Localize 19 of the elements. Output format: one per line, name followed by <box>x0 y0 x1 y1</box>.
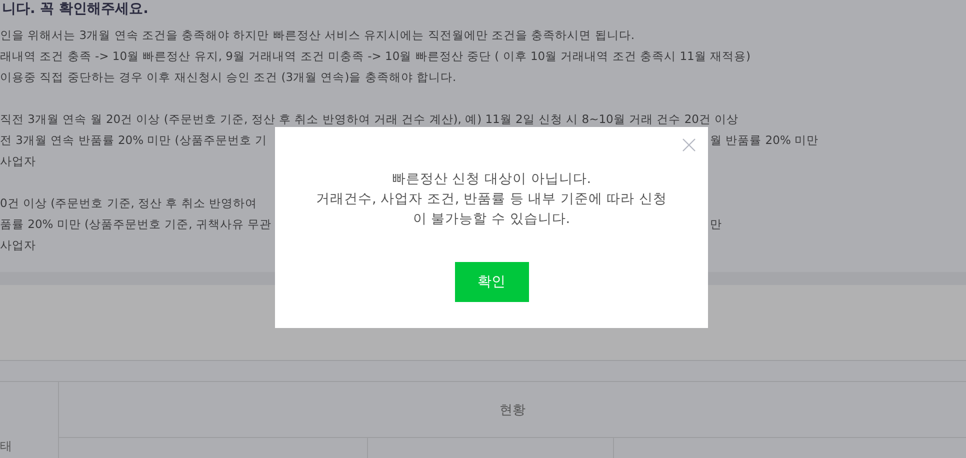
notice-text: 만 <box>709 216 723 233</box>
notice-heading: 니다. 꼭 확인해주세요. <box>1 0 150 19</box>
notice-text: 사업자 <box>0 154 36 168</box>
dialog-message: 거래건수, 사업자 조건, 반품률 등 내부 기준에 따라 신청 <box>316 190 667 209</box>
notice-text: 직전 3개월 연속 월 20건 이상 (주문번호 기준, 정산 후 취소 반영하여 거래 건수 계산), 예) 11월 2일 신청 시 8~10월 거래 건수 20건 이상 <box>0 112 739 126</box>
notice-text: 인을 위해서는 3개월 연속 조건을 충족해야 하지만 빠른정산 서비스 유지시에는 직전월에만 조건을 충족하시면 됩니다. <box>0 28 634 42</box>
notice-text: 이용중 직접 중단하는 경우 이후 재신청시 승인 조건 (3개월 연속)을 충족해야 합니다. <box>0 70 456 84</box>
column-label: 태 <box>0 438 12 454</box>
notice-text: 전 3개월 연속 반품률 20% 미만 (상품주문번호 기 <box>0 132 268 149</box>
confirm-button[interactable]: 확인 <box>454 262 528 302</box>
dialog-message: 빠른정산 신청 대상이 아닙니다. <box>390 170 592 189</box>
dialog-message: 이 불가능할 수 있습니다. <box>412 210 572 229</box>
column-header: 현황 <box>500 402 526 418</box>
notice-text: 월 반품률 20% 미만 <box>709 132 820 149</box>
notice-text: 0건 이상 (주문번호 기준, 정산 후 취소 반영하여 <box>0 196 258 210</box>
notice-text: 사업자 <box>0 238 36 252</box>
notice-text: 품률 20% 미만 (상품주문번호 기준, 귀책사유 무관 <box>0 216 273 233</box>
notice-text: 래내역 조건 충족 -> 10월 빠른정산 유지, 9월 거래내역 조건 미충족 -> 10월 빠른정산 중단 ( 이후 10월 거래내역 조건 충족시 11월 재적용) <box>0 49 750 63</box>
close-icon[interactable] <box>682 138 696 152</box>
